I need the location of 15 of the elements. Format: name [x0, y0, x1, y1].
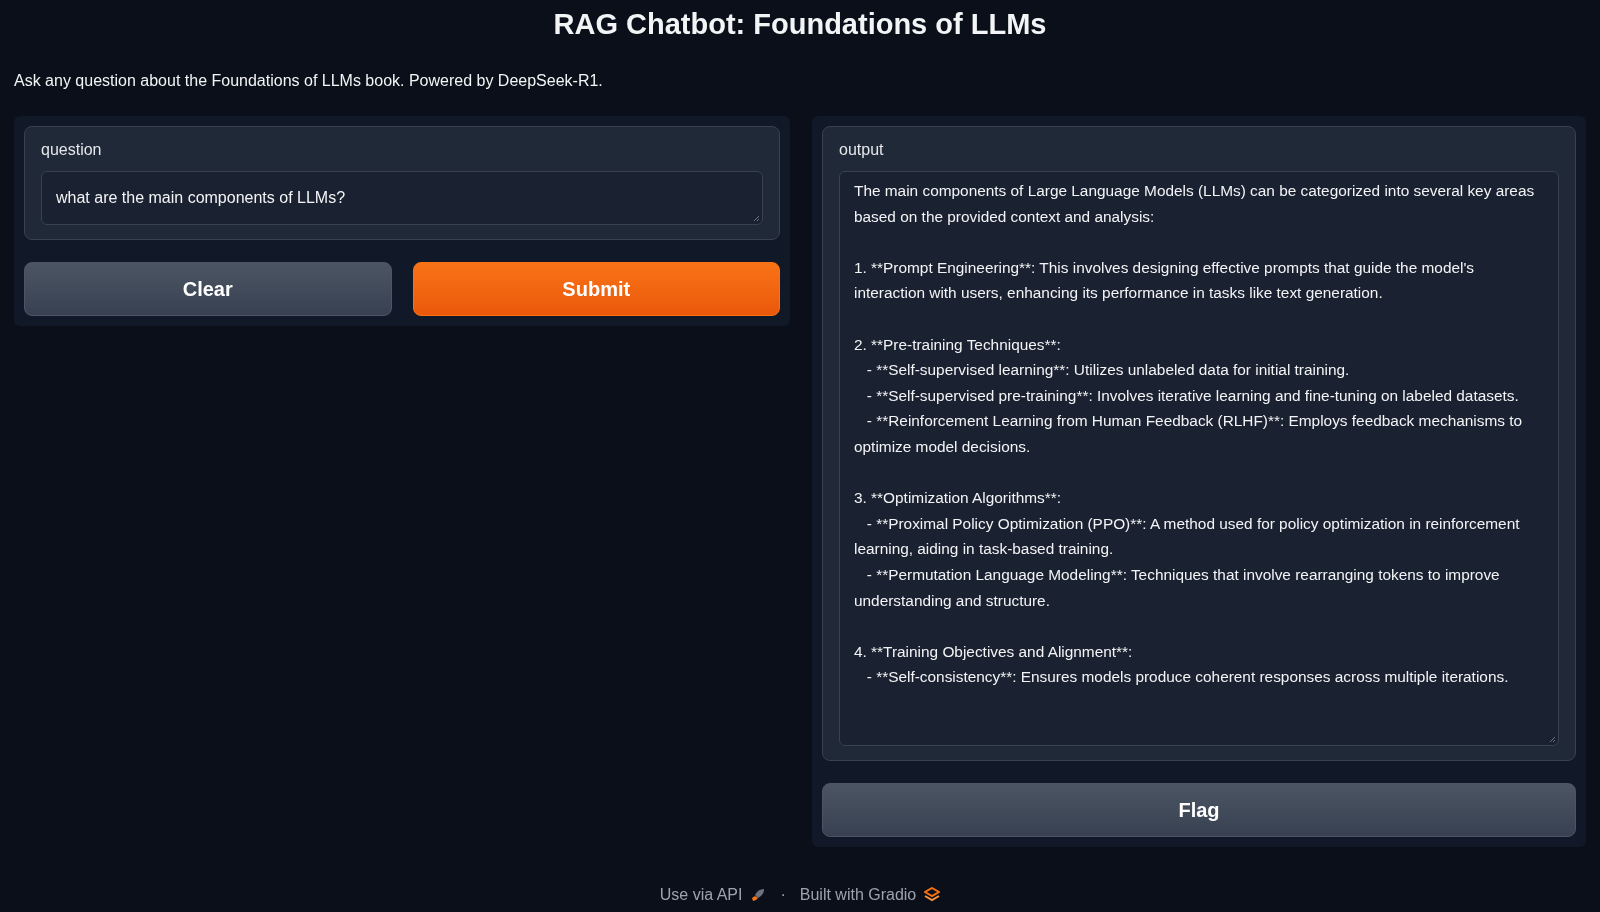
field-label: question [41, 141, 102, 159]
separator: · [780, 886, 786, 904]
question-field[interactable]: what are the main components of LLMs? [41, 171, 763, 225]
layers-icon [924, 887, 941, 903]
flag-button[interactable]: Flag [822, 783, 1576, 837]
resize-handle-icon[interactable] [753, 215, 760, 222]
field-label: output [839, 141, 884, 159]
clear-button[interactable]: Clear [24, 262, 392, 316]
resize-handle-icon[interactable] [1549, 736, 1556, 743]
description: Ask any question about the Foundations of LLMs book. Powered by DeepSeek-R1. [14, 72, 604, 90]
api-link[interactable]: Use via API [659, 886, 743, 904]
rocket-icon [750, 887, 767, 903]
gradio-link[interactable]: Built with Gradio [799, 886, 917, 904]
output-text: The main components of Large Language Models (LLMs) can be categorized into several key areas based on the provided context and analysis: 1. **Prompt Engineering**: This involves designing effective prompts that guide the model's interaction with users, enhancing its performance in tasks like text generation. 2. **Pre-training Techniques**: - **Self-supervised learning**: Utilizes unlabeled data for initial training. - **Self-supervised pre-training**: Involves iterative learning and fine-tuning on labeled datasets. - **Reinforcement Learning from Human Feedback (RLHF)**: Employs feedback mechanisms to optimize model decisions. 3. **Optimization Algorithms**: - **Proximal Policy Optimization (PPO)**: A method used for policy optimization in reinforcement learning, aiding in task-based training. - **Permutation Language Modeling**: Techniques that involve rearranging tokens to improve understanding and structure. 4. **Training Objectives and Alignment**: - **Self-consistency**: Ensures models produce coherent responses across multiple iterations. [854, 181, 1536, 688]
page-title: RAG Chatbot: Foundations of LLMs [553, 7, 1047, 42]
